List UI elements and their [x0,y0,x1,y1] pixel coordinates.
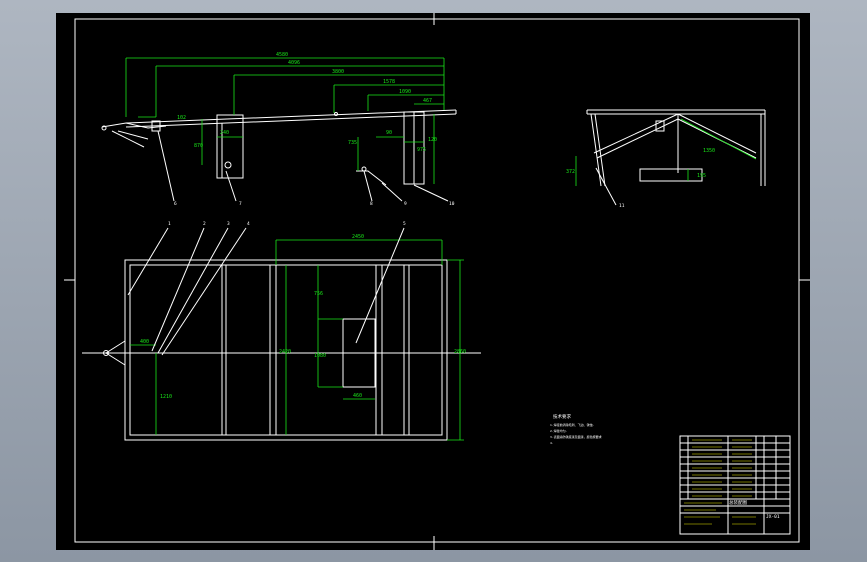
dim-text: 4096 [288,60,300,66]
callout-label: 9 [404,201,407,207]
side-view: 4580 4096 3800 1578 1090 467 102 240 870… [101,52,457,207]
callout-label: 3 [227,221,230,227]
dim-text: 1578 [383,79,395,85]
dim-text: 400 [140,339,149,345]
drawing-sheet: 4580 4096 3800 1578 1090 467 102 240 870… [56,13,810,550]
callout-label: 8 [370,201,373,207]
callout-label: 2 [203,221,206,227]
dim-text: 467 [423,98,432,104]
dim-text: 90 [386,130,392,136]
notes-line: 1.焊接前清除毛刺、飞边、锈蚀. [550,422,595,427]
dim-text: 975 [417,147,426,153]
dim-text: 1090 [399,89,411,95]
dim-text: 1080 [314,353,326,359]
notes-line: 3.表面涂防锈底漆及面漆，颜色按要求 [550,434,602,439]
cad-canvas: 4580 4096 3800 1578 1090 467 102 240 870… [64,13,810,550]
dim-text: 1350 [703,148,715,154]
dim-text: 4580 [276,52,288,58]
callout-label: 4 [247,221,250,227]
notes-line: 2.焊缝均匀. [550,428,568,433]
callout-label: 7 [239,201,242,207]
dim-text: 870 [194,143,203,149]
dim-text: 102 [177,115,186,121]
dim-text: 2860 [454,349,466,355]
callout-label: 5 [403,221,406,227]
title-name: 总装配图 [729,499,747,506]
title-block: 总装配图 JX-01 [679,435,791,535]
dim-text: 1210 [160,394,172,400]
dim-text: 3800 [332,69,344,75]
notes-line: 4. [550,441,554,445]
dim-text: 735 [348,140,357,146]
title-number: JX-01 [766,514,780,520]
dim-text: 195 [697,173,706,179]
dim-text: 372 [566,169,575,175]
callout-label: 10 [449,201,455,207]
top-view: 2450 756 1080 460 2420 2860 400 1210 1 2… [82,221,481,441]
notes-title: 技术要求 [553,413,571,420]
dim-text: 2450 [352,234,364,240]
callout-label: 6 [174,201,177,207]
callout-label: 11 [619,203,625,209]
technical-notes: 技术要求 1.焊接前清除毛刺、飞边、锈蚀. 2.焊缝均匀. 3.表面涂防锈底漆及… [550,413,602,445]
dim-text: 460 [353,393,362,399]
dim-text: 2420 [279,349,291,355]
end-view: 372 1350 195 11 [566,109,766,209]
dim-text: 120 [428,137,437,143]
dim-text: 240 [220,130,229,136]
dim-text: 756 [314,291,323,297]
callout-label: 1 [168,221,171,227]
